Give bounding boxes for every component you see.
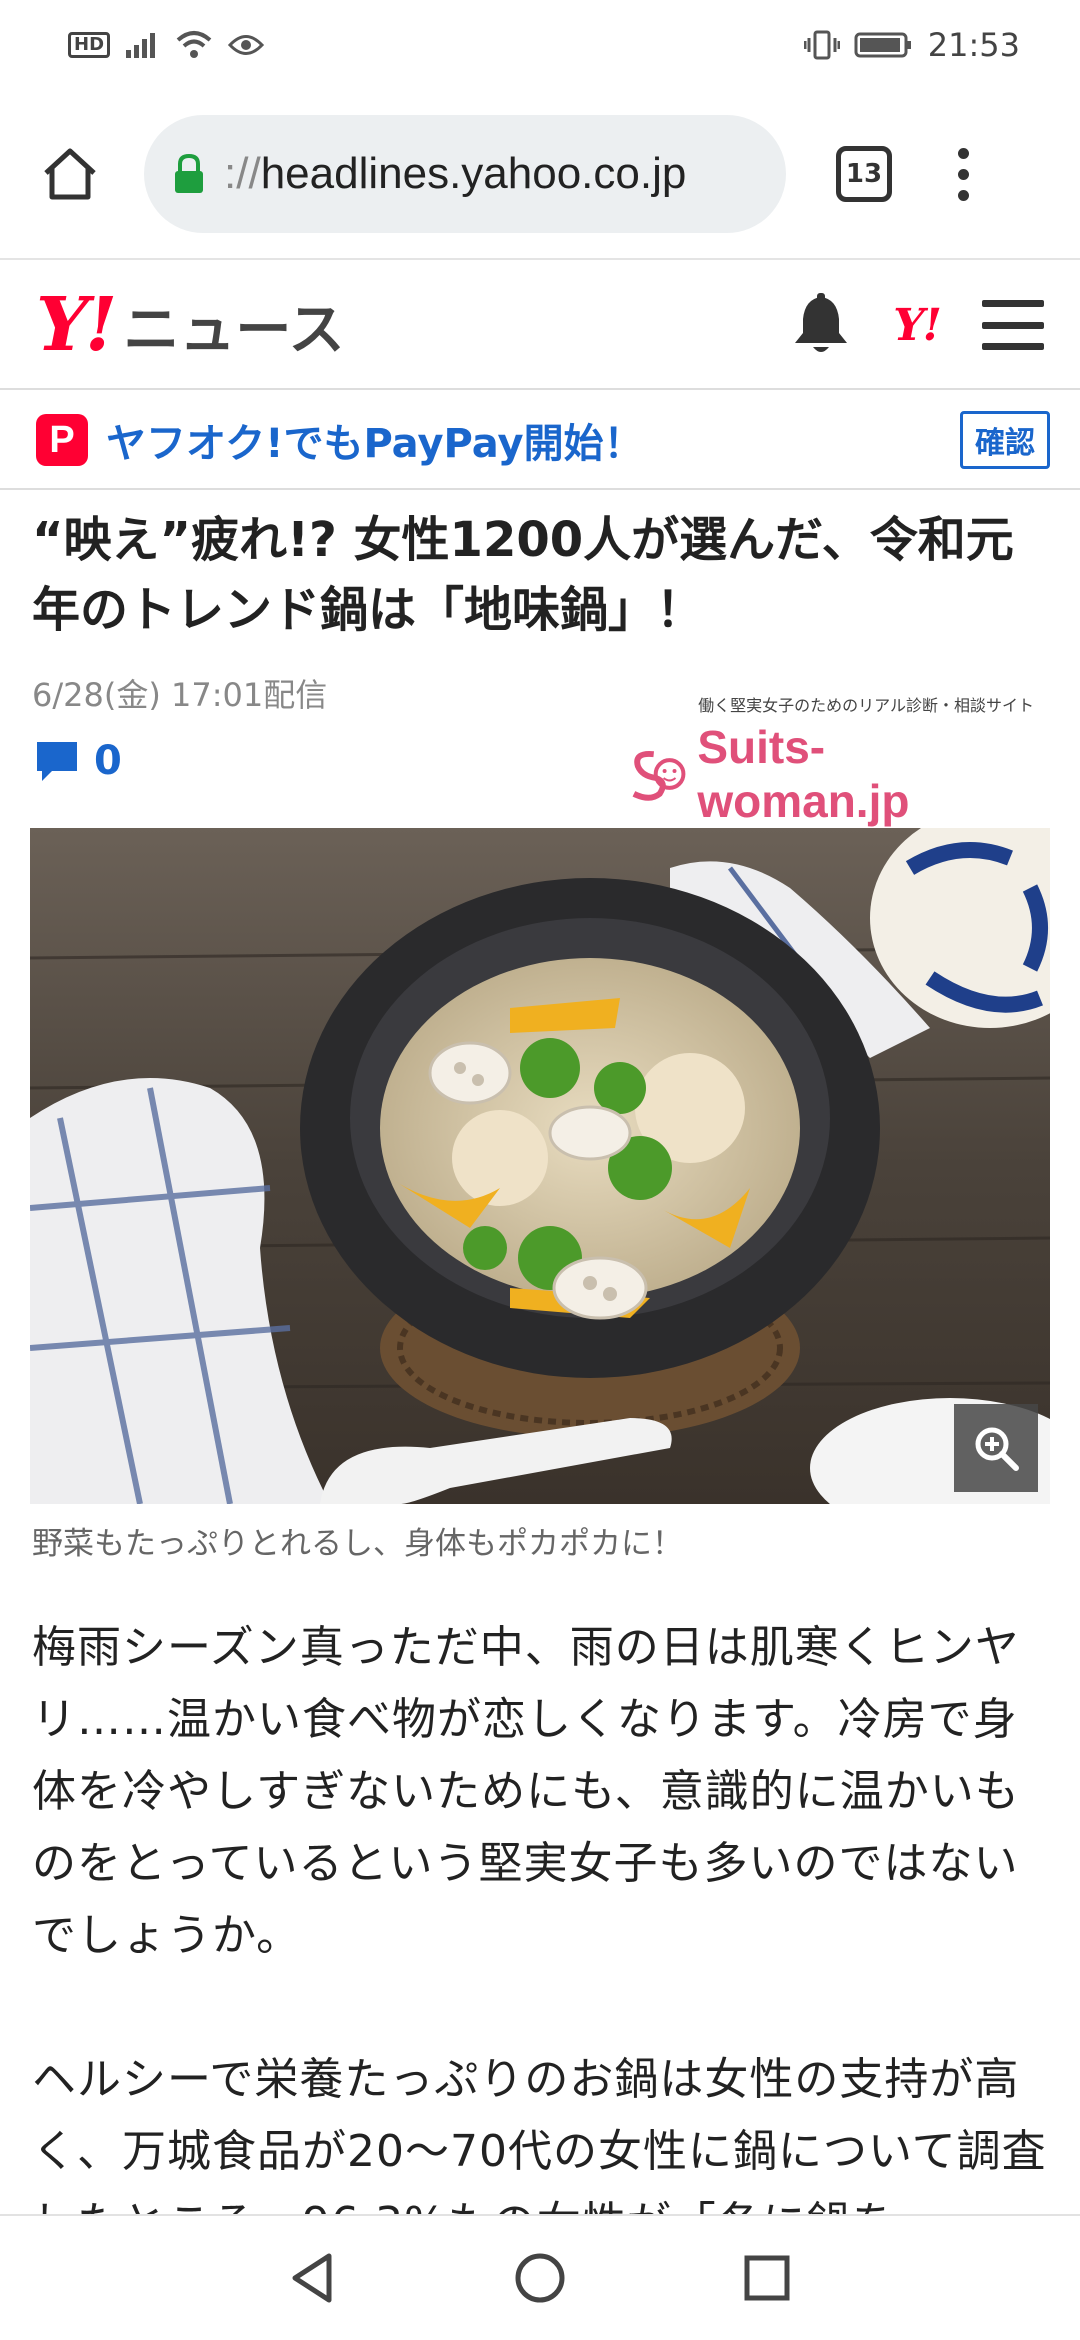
status-right: 21:53 bbox=[803, 26, 1020, 64]
yahoo-logo[interactable]: Y! bbox=[36, 282, 117, 368]
status-bar: HD 21:53 bbox=[0, 0, 1080, 90]
tab-switcher-button[interactable]: 13 bbox=[836, 146, 892, 202]
photo-caption: 野菜もたっぷりとれるし、身体もポカポカに！ bbox=[32, 1526, 683, 1562]
battery-icon bbox=[854, 32, 911, 58]
site-header: Y! ニュース Y! bbox=[0, 262, 1080, 390]
home-circle-icon[interactable] bbox=[512, 2250, 568, 2306]
source-logo[interactable]: 働く堅実女子のためのリアル診断・相談サイト Suits-woman.jp bbox=[624, 692, 1034, 827]
article-date: 6/28(金) 17:01配信 bbox=[32, 676, 328, 714]
home-button[interactable] bbox=[30, 134, 110, 214]
lock-icon bbox=[175, 153, 203, 193]
paypay-icon: P bbox=[36, 414, 88, 466]
article-headline: “映え”疲れ!? 女性1200人が選んだ、令和元年のトレンド鍋は「地味鍋」！ bbox=[32, 512, 1014, 638]
source-name: Suits-woman.jp bbox=[697, 721, 910, 827]
vibrate-icon bbox=[803, 30, 840, 60]
comment-count: 0 bbox=[94, 738, 122, 784]
source-mark-icon bbox=[632, 750, 686, 801]
comment-icon bbox=[37, 742, 77, 781]
zoom-in-icon bbox=[975, 1427, 1019, 1471]
url-text: ://headlines.yahoo.co.jp bbox=[224, 149, 686, 199]
bell-icon[interactable] bbox=[791, 293, 851, 357]
promo-banner[interactable]: P ヤフオク!でもPayPay開始！ 確認 bbox=[0, 392, 1080, 490]
back-icon[interactable] bbox=[285, 2250, 341, 2306]
comment-link[interactable]: 0 bbox=[34, 738, 122, 784]
source-name-row: Suits-woman.jp bbox=[624, 720, 1034, 828]
hotpot-photo-illustration bbox=[30, 828, 1050, 1504]
hamburger-icon[interactable] bbox=[982, 300, 1044, 350]
source-tagline: 働く堅実女子のためのリアル診断・相談サイト bbox=[698, 696, 1034, 715]
confirm-button[interactable]: 確認 bbox=[960, 411, 1050, 469]
wifi-icon bbox=[176, 31, 212, 58]
url-host: headlines.yahoo.co.jp bbox=[260, 149, 687, 198]
url-bar[interactable]: ://headlines.yahoo.co.jp bbox=[144, 115, 786, 233]
section-title[interactable]: ニュース bbox=[123, 285, 344, 366]
browser-toolbar: ://headlines.yahoo.co.jp 13 bbox=[0, 90, 1080, 260]
system-nav-bar bbox=[0, 2214, 1080, 2340]
menu-dots-icon[interactable] bbox=[948, 134, 978, 214]
url-scheme: :// bbox=[224, 149, 261, 198]
hd-badge: HD bbox=[68, 32, 111, 58]
zoom-button[interactable] bbox=[954, 1404, 1038, 1492]
eye-icon bbox=[228, 35, 265, 55]
yahoo-top-link[interactable]: Y! bbox=[893, 300, 942, 351]
article-photo[interactable] bbox=[30, 828, 1050, 1504]
home-icon bbox=[44, 148, 96, 200]
status-left: HD bbox=[68, 30, 265, 60]
status-time: 21:53 bbox=[927, 26, 1020, 64]
promo-text[interactable]: ヤフオク!でもPayPay開始！ bbox=[106, 411, 644, 469]
recents-icon[interactable] bbox=[739, 2250, 795, 2306]
article-paragraph: 梅雨シーズン真っただ中、雨の日は肌寒くヒンヤリ……温かい食べ物が恋しくなります。… bbox=[32, 1622, 1020, 1961]
header-actions: Y! bbox=[791, 293, 1044, 357]
signal-icon bbox=[126, 33, 156, 58]
